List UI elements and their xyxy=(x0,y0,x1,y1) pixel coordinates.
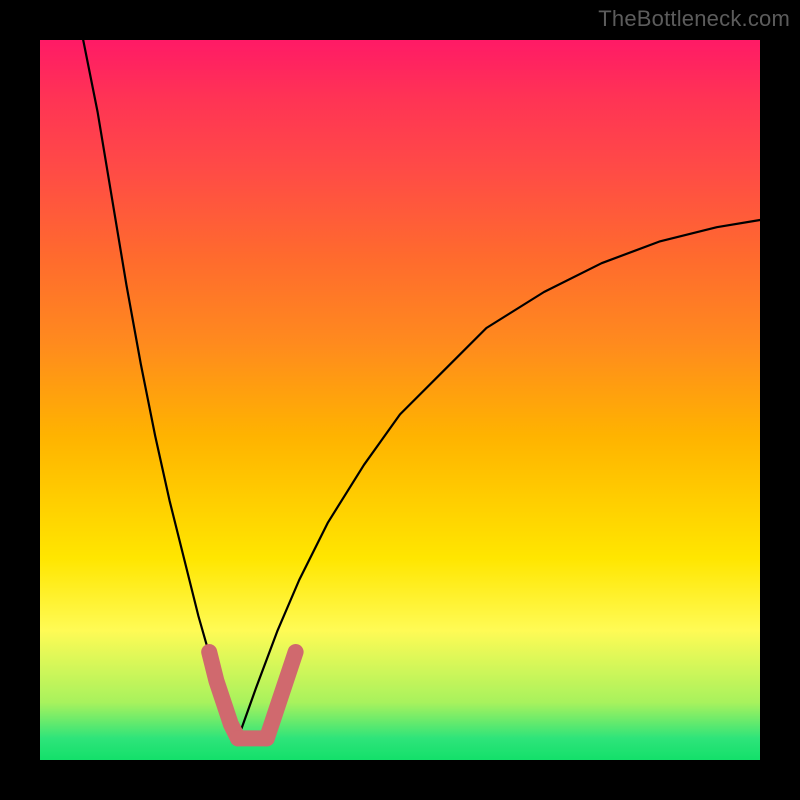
series-highlight_left xyxy=(209,652,238,738)
watermark-text: TheBottleneck.com xyxy=(598,6,790,32)
series-left_branch xyxy=(83,40,238,738)
series-right_branch xyxy=(238,220,760,738)
series-highlight_right xyxy=(267,652,296,738)
curve-layer xyxy=(40,40,760,760)
chart-frame: TheBottleneck.com xyxy=(0,0,800,800)
v-curve xyxy=(83,40,760,738)
plot-area xyxy=(40,40,760,760)
